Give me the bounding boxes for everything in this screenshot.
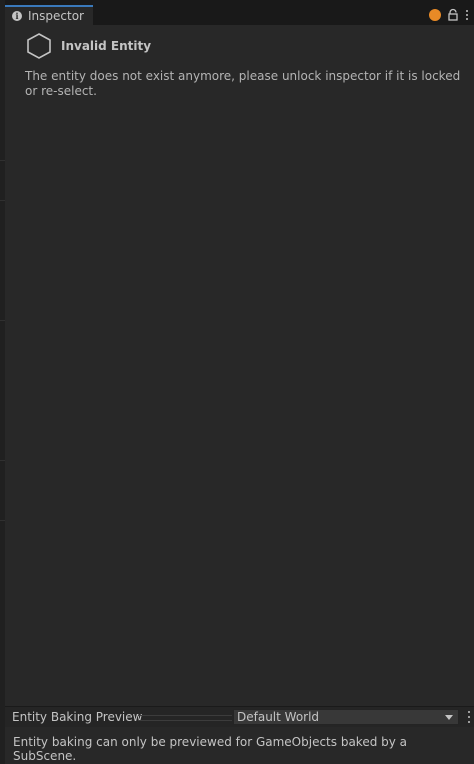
entity-title: Invalid Entity (61, 39, 152, 53)
baking-preview-body: Entity baking can only be previewed for … (5, 727, 474, 764)
entity-message: The entity does not exist anymore, pleas… (25, 69, 461, 98)
chevron-down-icon (445, 715, 453, 720)
hexagon-entity-icon (27, 33, 51, 59)
tab-label: Inspector (28, 9, 84, 23)
tab-bar: i Inspector (5, 5, 474, 25)
preview-title: Entity Baking Preview (12, 710, 143, 724)
preview-message: Entity baking can only be previewed for … (13, 735, 408, 763)
kebab-menu-icon[interactable] (464, 8, 470, 22)
inspector-panel: Invalid Entity The entity does not exist… (5, 25, 474, 706)
tab-controls (429, 7, 474, 23)
entity-header: Invalid Entity (26, 32, 151, 60)
kebab-menu-icon[interactable] (467, 711, 471, 723)
world-dropdown[interactable]: Default World (233, 709, 459, 725)
status-dot-icon[interactable] (429, 9, 441, 21)
tab-inspector[interactable]: i Inspector (5, 5, 93, 25)
info-icon: i (12, 11, 22, 21)
world-dropdown-value: Default World (237, 710, 320, 724)
baking-preview-header[interactable]: Entity Baking Preview Default World (5, 706, 474, 727)
resize-grip[interactable] (138, 715, 232, 721)
lock-icon[interactable] (446, 8, 460, 22)
